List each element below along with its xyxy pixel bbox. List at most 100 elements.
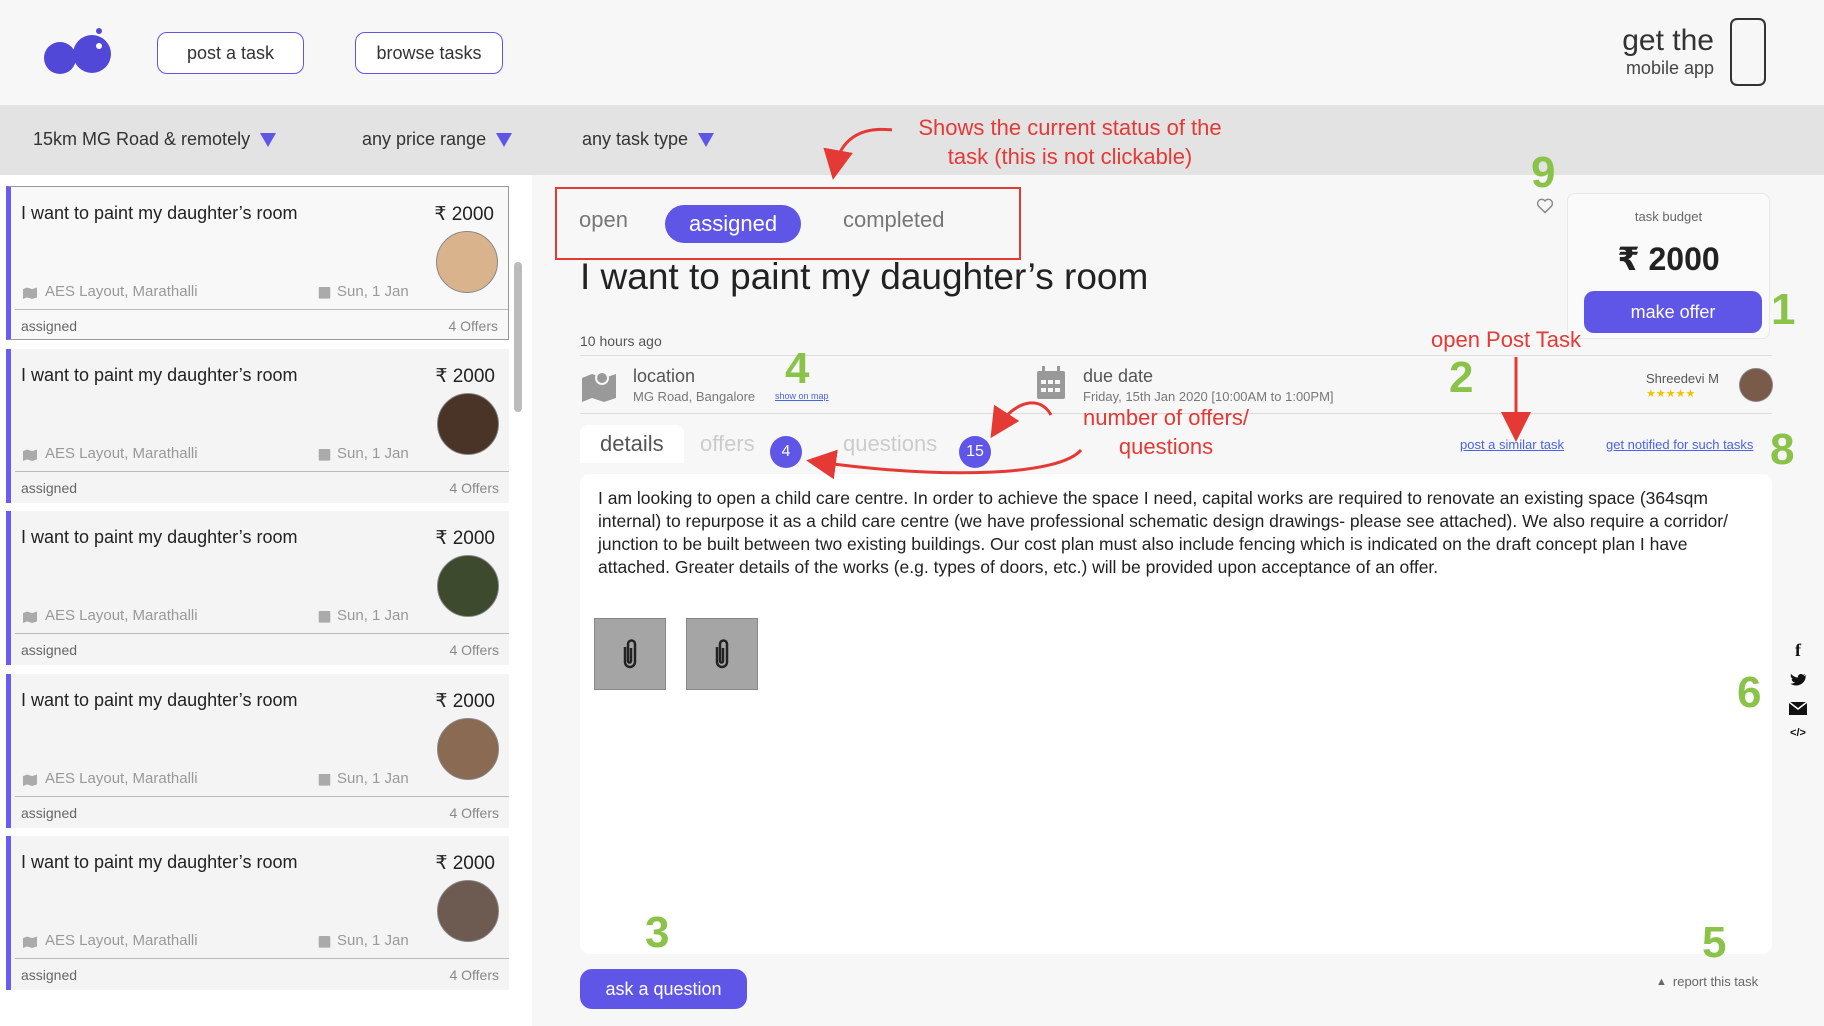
task-card-offers: 4 Offers — [448, 318, 498, 334]
attachment-thumbnail[interactable] — [594, 618, 666, 690]
calendar-icon — [318, 610, 331, 623]
task-card[interactable]: I want to paint my daughter’s room ₹ 2000… — [6, 349, 509, 503]
annotation-number-9: 9 — [1531, 148, 1556, 197]
get-app-title: get the — [1622, 24, 1714, 57]
map-icon — [23, 610, 37, 623]
task-card-price: ₹ 2000 — [435, 691, 495, 712]
annotation-number-8: 8 — [1770, 425, 1795, 474]
map-icon — [582, 371, 616, 402]
status-open: open — [579, 207, 628, 232]
avatar — [437, 718, 499, 780]
get-notified-link[interactable]: get notified for such tasks — [1606, 437, 1753, 452]
report-task-label: report this task — [1672, 974, 1759, 989]
map-icon — [23, 286, 37, 299]
annotation-number-6: 6 — [1737, 668, 1762, 717]
browse-tasks-button[interactable]: browse tasks — [355, 32, 503, 74]
open-post-task-note: open Post Task — [1430, 327, 1582, 352]
get-mobile-app-link[interactable]: get the mobile app — [1622, 24, 1714, 79]
task-card[interactable]: I want to paint my daughter’s room ₹ 2000… — [6, 511, 509, 665]
due-date-value: Friday, 15th Jan 2020 [10:00AM to 1:00PM… — [1083, 389, 1334, 404]
annotation-number-3: 3 — [645, 908, 670, 957]
task-type-filter-label: any task type — [582, 129, 689, 149]
divider — [15, 471, 509, 472]
budget-amount: ₹ 2000 — [1617, 241, 1720, 277]
location-value: MG Road, Bangalore — [633, 389, 756, 404]
divider — [15, 796, 509, 797]
task-card-location: AES Layout, Marathalli — [21, 283, 198, 300]
dropdown-triangle-icon — [698, 132, 715, 147]
task-type-filter[interactable]: any task type — [582, 129, 715, 150]
make-offer-button[interactable]: make offer — [1584, 291, 1762, 333]
map-icon — [23, 448, 37, 461]
divider — [15, 633, 509, 634]
paperclip-icon — [715, 639, 729, 669]
calendar-icon — [1037, 366, 1065, 399]
get-app-subtitle: mobile app — [1625, 58, 1714, 78]
task-description: I am looking to open a child care centre… — [598, 488, 1728, 577]
email-icon[interactable] — [1789, 702, 1807, 715]
ask-question-button[interactable]: ask a question — [580, 969, 747, 1009]
task-card-date: Sun, 1 Jan — [318, 770, 409, 787]
twitter-icon[interactable] — [1789, 674, 1807, 688]
task-card-location-text: AES Layout, Marathalli — [45, 770, 198, 787]
task-card-location: AES Layout, Marathalli — [21, 770, 198, 787]
task-description-panel: I am looking to open a child care centre… — [580, 474, 1772, 954]
calendar-icon — [318, 935, 331, 948]
status-note-line-2: task (this is not clickable) — [947, 144, 1193, 169]
poster-name[interactable]: Shreedevi M — [1646, 371, 1719, 386]
tab-details[interactable]: details — [580, 425, 684, 463]
tab-offers[interactable]: offers — [700, 431, 755, 457]
price-filter-label: any price range — [362, 129, 487, 149]
task-card-location: AES Layout, Marathalli — [21, 445, 198, 462]
task-card-date-text: Sun, 1 Jan — [337, 770, 409, 787]
heart-icon[interactable] — [1536, 198, 1554, 214]
task-card-status: assigned — [21, 967, 78, 983]
calendar-icon — [318, 448, 331, 461]
task-card[interactable]: I want to paint my daughter’s room ₹ 2000… — [6, 674, 509, 828]
tab-questions[interactable]: questions — [843, 431, 937, 457]
post-similar-task-link[interactable]: post a similar task — [1460, 437, 1564, 452]
task-card-location-text: AES Layout, Marathalli — [45, 607, 198, 624]
embed-code-icon[interactable]: </> — [1788, 727, 1808, 739]
task-card-price: ₹ 2000 — [435, 528, 495, 549]
task-card-location: AES Layout, Marathalli — [21, 607, 198, 624]
annotation-number-5: 5 — [1702, 918, 1727, 967]
task-card[interactable]: I want to paint my daughter’s room ₹ 2000… — [6, 186, 509, 340]
task-card-title: I want to paint my daughter’s room — [21, 852, 298, 872]
task-card[interactable]: I want to paint my daughter’s room ₹ 2000… — [6, 836, 509, 990]
task-card-title: I want to paint my daughter’s room — [21, 365, 298, 385]
task-card-location-text: AES Layout, Marathalli — [45, 932, 198, 949]
task-card-date-text: Sun, 1 Jan — [337, 607, 409, 624]
task-card-price: ₹ 2000 — [434, 204, 494, 225]
offers-count-badge: 4 — [770, 436, 802, 468]
task-card-date-text: Sun, 1 Jan — [337, 932, 409, 949]
poster-rating: ★★★★★ — [1646, 388, 1696, 400]
facebook-icon[interactable]: f — [1788, 640, 1808, 661]
budget-label: task budget — [1634, 209, 1703, 224]
mobile-phone-icon[interactable] — [1730, 18, 1766, 86]
annotation-number-1: 1 — [1771, 285, 1796, 334]
location-filter-label: 15km MG Road & remotely — [33, 129, 251, 149]
task-card-price: ₹ 2000 — [435, 366, 495, 387]
poster-avatar[interactable] — [1739, 368, 1773, 402]
attachment-thumbnail[interactable] — [686, 618, 758, 690]
annotation-number-2: 2 — [1449, 353, 1474, 402]
report-task-link[interactable]: ▲ report this task — [1656, 974, 1758, 989]
task-card-location: AES Layout, Marathalli — [21, 932, 198, 949]
task-card-date: Sun, 1 Jan — [318, 445, 409, 462]
task-card-date-text: Sun, 1 Jan — [337, 445, 409, 462]
divider — [580, 355, 1772, 356]
calendar-icon — [318, 773, 331, 786]
task-card-date: Sun, 1 Jan — [318, 283, 409, 300]
calendar-icon — [318, 286, 331, 299]
post-task-button[interactable]: post a task — [157, 32, 304, 74]
task-card-offers: 4 Offers — [449, 642, 499, 658]
task-list-scrollbar[interactable] — [514, 262, 522, 412]
price-filter[interactable]: any price range — [362, 129, 513, 150]
offers-note-line-2: questions — [1118, 434, 1214, 459]
location-filter[interactable]: 15km MG Road & remotely — [33, 129, 277, 150]
task-card-title: I want to paint my daughter’s room — [21, 690, 298, 710]
app-logo[interactable] — [42, 28, 114, 80]
task-card-date-text: Sun, 1 Jan — [337, 283, 409, 300]
avatar — [436, 231, 498, 293]
